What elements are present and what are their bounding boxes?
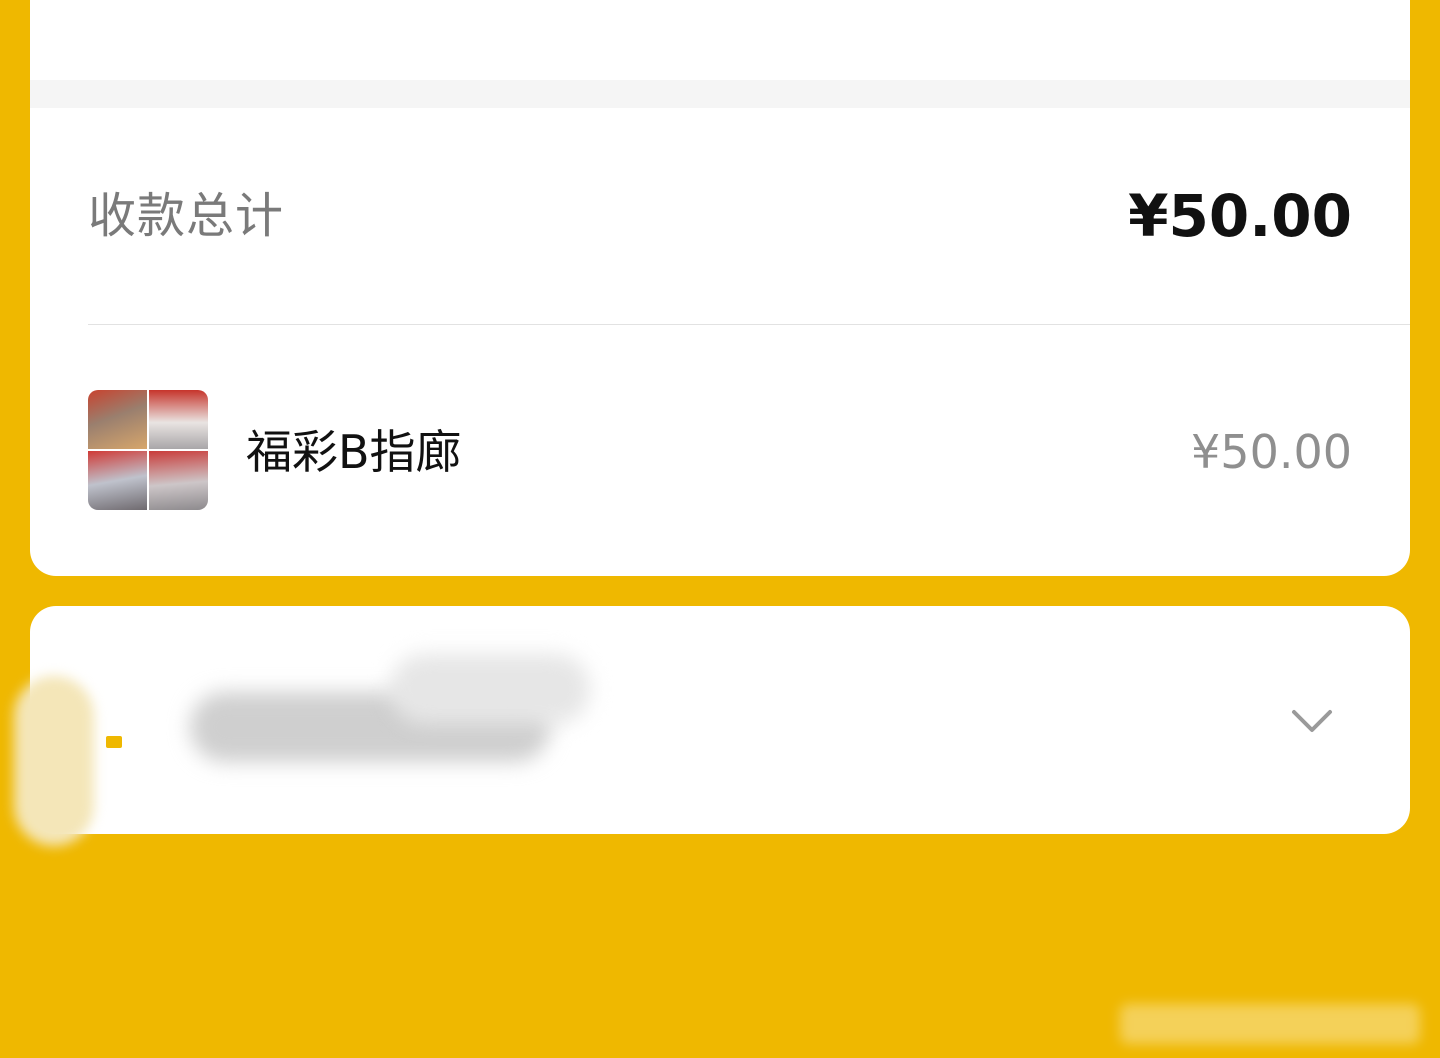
watermark: [1120, 1004, 1420, 1044]
payment-summary-card: 收款总计 ¥50.00 福彩B指廊 ¥50.00: [30, 0, 1410, 576]
redacted-text: [390, 654, 590, 724]
thumbnail-tile: [88, 390, 147, 449]
redaction-scribble: [14, 676, 94, 846]
section-separator: [30, 80, 1410, 108]
chevron-down-icon[interactable]: [1290, 702, 1334, 738]
merchant-amount: ¥50.00: [1191, 425, 1352, 479]
merchant-thumbnail: [88, 390, 208, 510]
total-label: 收款总计: [88, 188, 285, 244]
highlight-marker: [106, 736, 122, 748]
thumbnail-tile: [149, 390, 208, 449]
thumbnail-tile: [149, 451, 208, 510]
thumbnail-tile: [88, 451, 147, 510]
divider: [88, 324, 1410, 325]
merchant-name: 福彩B指廊: [246, 425, 462, 479]
details-card[interactable]: [30, 606, 1410, 834]
total-amount: ¥50.00: [1128, 182, 1352, 250]
